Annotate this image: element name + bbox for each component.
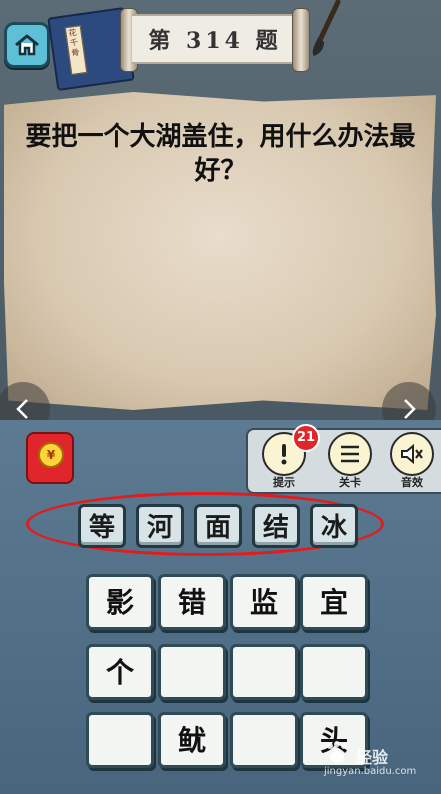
hint-label: 提示 [273, 476, 295, 489]
sound-label: 音效 [401, 476, 423, 489]
candidate-tile[interactable]: 个 [86, 644, 154, 700]
candidate-tile[interactable]: 影 [86, 574, 154, 630]
level-scroll: 第 314 题 [120, 8, 310, 72]
home-icon [15, 34, 39, 56]
answer-slot[interactable]: 等 [78, 504, 126, 548]
watermark-url: jingyan.baidu.com [324, 766, 417, 777]
scroll-paper: 第 314 题 [132, 14, 298, 64]
candidate-tile[interactable] [86, 712, 154, 768]
answer-slot[interactable]: 结 [252, 504, 300, 548]
book-label: 花千骨 [67, 27, 80, 58]
candidate-tile[interactable] [300, 644, 368, 700]
paw-icon [327, 741, 347, 763]
coin-icon: ¥ [38, 442, 64, 468]
candidate-tile[interactable]: 宜 [300, 574, 368, 630]
hint-count-badge: 21 [292, 424, 320, 452]
candidate-tile[interactable] [158, 644, 226, 700]
chevron-left-icon [16, 399, 28, 419]
candidate-tile[interactable]: 错 [158, 574, 226, 630]
watermark: 经验 jingyan.baidu.com [320, 740, 440, 790]
question-text: 要把一个大湖盖住，用什么办法最好？ [25, 122, 416, 186]
levels-label: 关卡 [339, 476, 361, 489]
red-packet-button[interactable]: ¥ [26, 432, 74, 484]
answer-slot[interactable]: 冰 [310, 504, 358, 548]
answer-slot[interactable]: 河 [136, 504, 184, 548]
sound-button[interactable]: 音效 [386, 432, 438, 490]
levels-button[interactable]: 关卡 [324, 432, 376, 490]
chevron-right-icon [404, 399, 416, 419]
home-button[interactable] [4, 22, 50, 68]
brush-icon [312, 0, 341, 56]
level-title: 第 314 题 [148, 28, 282, 54]
candidate-tile[interactable] [230, 712, 298, 768]
candidate-tile[interactable]: 监 [230, 574, 298, 630]
candidate-tile[interactable] [230, 644, 298, 700]
candidate-tile[interactable]: 鱿 [158, 712, 226, 768]
mute-icon [390, 432, 434, 476]
watermark-brand: 经验 [356, 748, 389, 767]
list-icon [328, 432, 372, 476]
answer-slot[interactable]: 面 [194, 504, 242, 548]
